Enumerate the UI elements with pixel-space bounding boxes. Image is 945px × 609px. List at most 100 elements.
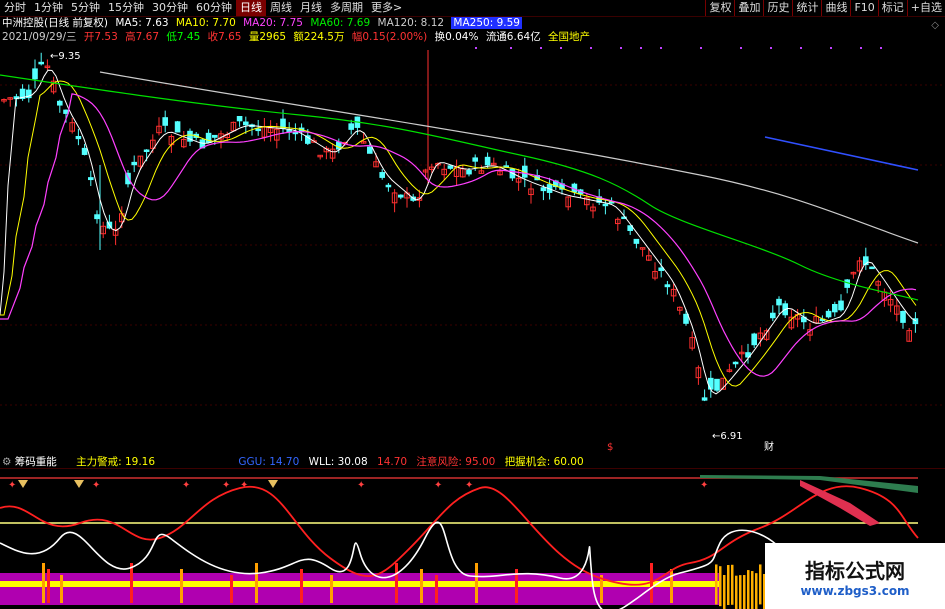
candle-body	[94, 214, 100, 220]
quote-turnover: 换0.04%	[434, 31, 479, 43]
candle-body	[869, 266, 875, 270]
quote-open: 开7.53	[83, 31, 118, 43]
collapse-icon[interactable]: ◇	[931, 20, 939, 31]
signal-bar	[180, 569, 183, 603]
toolbar-button[interactable]: 叠加	[734, 0, 763, 16]
signal-dot	[700, 47, 702, 49]
quote-amount: 额224.5万	[293, 31, 345, 43]
signal-bar	[723, 574, 726, 609]
candle-body	[900, 310, 906, 323]
candle-body	[466, 170, 472, 175]
quote-low: 低7.45	[166, 31, 201, 43]
quote-volume: 量2965	[248, 31, 287, 43]
signal-dot	[770, 47, 772, 49]
period-tab[interactable]: 日线	[236, 0, 266, 16]
toolbar-button[interactable]: 标记	[877, 0, 907, 16]
period-tab[interactable]: 周线	[266, 0, 296, 16]
candle-body	[776, 298, 782, 306]
signal-dot	[740, 47, 742, 49]
quote-date: 2021/09/29/三	[2, 31, 77, 43]
signal-bar	[435, 575, 438, 603]
high-price-label: ←9.35	[50, 51, 81, 62]
quote-change: 幅0.15(2.00%)	[351, 31, 428, 43]
butterfly-icon: ✦	[222, 480, 230, 491]
signal-bar	[330, 575, 333, 603]
candle-body	[540, 187, 547, 192]
ma20-line	[0, 93, 917, 377]
indicator-name: 筹码重能	[14, 456, 57, 468]
candle-body	[348, 123, 354, 130]
ma60-label: MA60: 7.69	[310, 17, 371, 29]
candle-body	[633, 238, 640, 244]
period-tab[interactable]: 30分钟	[148, 0, 192, 16]
period-tab[interactable]: 5分钟	[67, 0, 104, 16]
candle-body	[602, 203, 609, 207]
candle-body	[398, 194, 404, 198]
toolbar-button[interactable]: 统计	[792, 0, 821, 16]
period-tab[interactable]: 分时	[0, 0, 30, 16]
signal-bar	[727, 565, 730, 606]
candle-body	[825, 310, 832, 318]
signal-dot	[620, 47, 622, 49]
signal-bar	[475, 563, 478, 603]
candle-body	[57, 100, 63, 106]
candle-body	[664, 284, 671, 288]
gear-icon[interactable]: ⚙	[2, 456, 11, 468]
signal-dot	[540, 47, 542, 49]
ma-legend: 中洲控股(日线 前复权) MA5: 7.63 MA10: 7.70 MA20: …	[2, 17, 526, 30]
risk-value: 注意风险: 95.00	[416, 456, 496, 468]
candle-body	[88, 177, 94, 181]
period-tab[interactable]: 15分钟	[104, 0, 148, 16]
stock-title: 中洲控股(日线 前复权)	[2, 17, 109, 29]
candle-body	[38, 61, 45, 65]
toolbar-button[interactable]: +自选	[906, 0, 945, 16]
toolbar-button[interactable]: F10	[850, 0, 877, 16]
candle-body	[131, 161, 137, 166]
signal-bar	[715, 564, 718, 605]
butterfly-icon: ✦	[465, 480, 473, 491]
toolbar-button[interactable]: 复权	[705, 0, 734, 16]
quote-float: 流通6.64亿	[485, 31, 541, 43]
zhuli-value: 主力警戒: 19.16	[76, 456, 156, 468]
quote-legend: 2021/09/29/三 开7.53 高7.67 低7.45 收7.65 量29…	[2, 31, 594, 44]
signal-bar	[670, 569, 673, 603]
toolbar-button[interactable]: 曲线	[821, 0, 850, 16]
candle-body	[770, 312, 776, 319]
toolbar-button[interactable]: 历史	[763, 0, 792, 16]
triangle-icon	[18, 480, 28, 488]
period-tab[interactable]: 月线	[296, 0, 326, 16]
signal-dot	[560, 47, 562, 49]
price-chart[interactable]: ←9.35 ←6.91 $ 财	[0, 45, 945, 453]
signal-dot	[880, 47, 882, 49]
signal-bar	[255, 563, 258, 603]
signal-bar	[42, 563, 45, 603]
candle-body	[379, 172, 385, 178]
quote-high: 高7.67	[125, 31, 160, 43]
candle-body	[75, 135, 82, 140]
period-tabs: 分时 1分钟 5分钟 15分钟 30分钟 60分钟 日线 周线 月线 多周期 更多>	[0, 0, 406, 16]
candle-body	[838, 300, 844, 311]
candle-body	[701, 397, 708, 401]
signal-bar	[735, 575, 738, 609]
period-tab[interactable]: 1分钟	[30, 0, 67, 16]
signal-dot	[660, 47, 662, 49]
signal-dot	[830, 47, 832, 49]
candle-body	[708, 377, 714, 390]
ma10-label: MA10: 7.70	[175, 17, 236, 29]
butterfly-icon: ✦	[240, 480, 248, 491]
butterfly-icon: ✦	[357, 480, 365, 491]
signal-bar	[731, 564, 734, 605]
period-tab[interactable]: 60分钟	[192, 0, 236, 16]
candle-body	[683, 313, 689, 324]
signal-bar	[755, 573, 758, 609]
site-logo: 指标公式网 www.zbgs3.com	[765, 543, 945, 609]
period-tab[interactable]: 多周期	[326, 0, 367, 16]
period-tab[interactable]: 更多>	[367, 0, 406, 16]
signal-bar	[130, 563, 133, 603]
ma10-line	[0, 80, 917, 387]
low-price-label: ←6.91	[712, 431, 743, 442]
candle-body	[472, 157, 478, 162]
signal-dot	[510, 47, 512, 49]
signal-bar	[739, 575, 742, 609]
candle-body	[484, 156, 491, 166]
